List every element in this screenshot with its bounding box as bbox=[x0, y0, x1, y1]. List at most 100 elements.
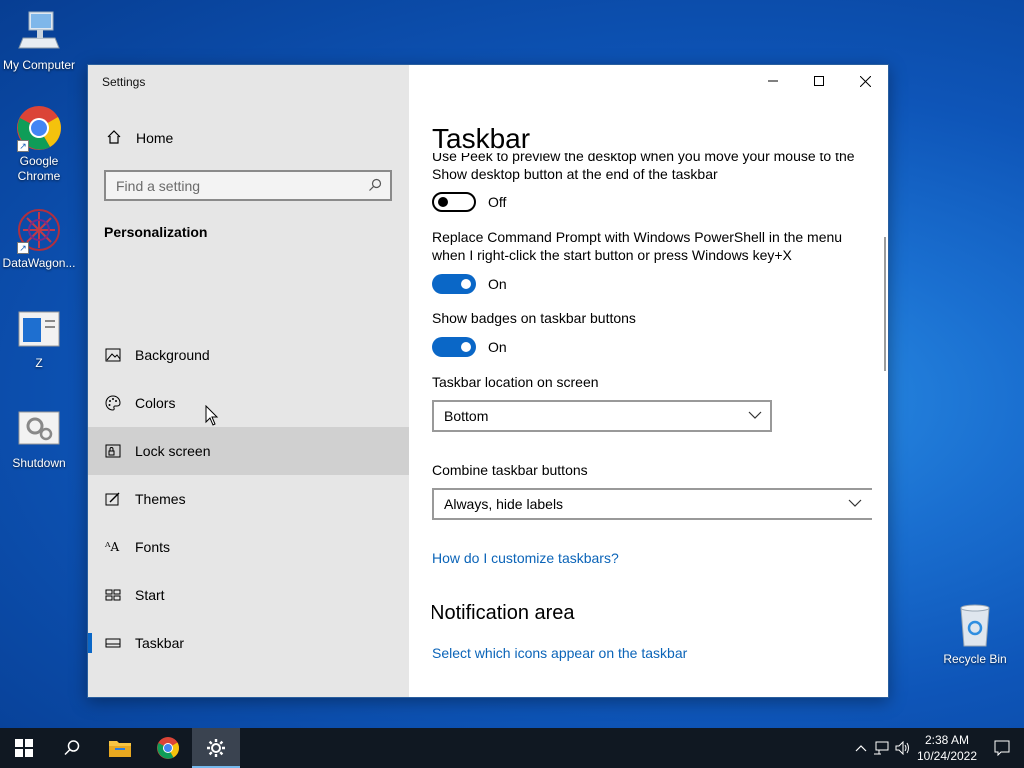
themes-icon bbox=[105, 491, 135, 507]
taskbar-location-dropdown[interactable]: Bottom bbox=[432, 400, 772, 432]
desktop-icon-datawagon[interactable]: ↗ DataWagon... bbox=[0, 206, 78, 271]
peek-setting-text: Use Peek to preview the desktop when you… bbox=[432, 153, 855, 182]
chevron-down-icon bbox=[848, 496, 862, 513]
combine-buttons-value: Always, hide labels bbox=[444, 496, 564, 512]
badges-toggle[interactable] bbox=[432, 337, 476, 357]
mouse-cursor-icon bbox=[205, 405, 219, 426]
start-icon bbox=[105, 587, 135, 603]
chrome-icon bbox=[157, 737, 179, 759]
nav-home[interactable]: Home bbox=[88, 123, 409, 153]
search-icon bbox=[64, 740, 80, 756]
computer-icon bbox=[15, 8, 63, 56]
window-title: Settings bbox=[102, 75, 146, 89]
network-icon bbox=[874, 741, 889, 755]
badges-toggle-row: On bbox=[432, 336, 872, 358]
sidebar-item-fonts[interactable]: ᴬA Fonts bbox=[88, 523, 409, 571]
settings-window: Settings Home Find a setting Personaliza… bbox=[87, 64, 889, 698]
sidebar-item-taskbar[interactable]: Taskbar bbox=[88, 619, 409, 667]
desktop-icon-shutdown[interactable]: Shutdown bbox=[0, 406, 78, 471]
settings-sidebar: Settings Home Find a setting Personaliza… bbox=[88, 65, 409, 697]
desktop-icon-label: DataWagon... bbox=[2, 256, 76, 270]
gear-window-icon bbox=[15, 406, 63, 454]
lock-screen-icon bbox=[105, 443, 135, 459]
notification-area-heading: Notification area bbox=[432, 602, 575, 624]
powershell-setting-text: Replace Command Prompt with Windows Powe… bbox=[432, 229, 843, 263]
show-hidden-icons-button[interactable] bbox=[852, 744, 870, 752]
gear-icon bbox=[207, 739, 225, 757]
system-tray: 2:38 AM 10/24/2022 bbox=[852, 728, 1024, 768]
desktop-icon-label: Google Chrome bbox=[17, 154, 61, 183]
settings-taskbar-button[interactable] bbox=[192, 728, 240, 768]
sidebar-item-label: Themes bbox=[135, 491, 186, 507]
clock-date: 10/24/2022 bbox=[916, 749, 978, 763]
chrome-icon: ↗ bbox=[15, 104, 63, 152]
sidebar-item-label: Taskbar bbox=[135, 635, 185, 651]
shortcut-arrow-icon: ↗ bbox=[17, 242, 29, 254]
clock[interactable]: 2:38 AM 10/24/2022 bbox=[914, 732, 980, 764]
palette-icon bbox=[105, 395, 135, 411]
location-label: Taskbar location on screen bbox=[432, 374, 599, 390]
sidebar-item-start[interactable]: Start bbox=[88, 571, 409, 619]
page-title: Taskbar bbox=[432, 123, 531, 154]
shortcut-arrow-icon: ↗ bbox=[17, 140, 29, 152]
desktop-icon-recycle-bin[interactable]: Recycle Bin bbox=[936, 602, 1014, 667]
select-icons-link[interactable]: Select which icons appear on the taskbar bbox=[432, 645, 872, 661]
search-icon bbox=[368, 178, 382, 195]
windows-logo-icon bbox=[15, 739, 33, 757]
badges-setting-text: Show badges on taskbar buttons bbox=[432, 310, 636, 326]
chrome-taskbar-button[interactable] bbox=[144, 728, 192, 768]
search-placeholder: Find a setting bbox=[116, 177, 201, 194]
sidebar-item-background[interactable]: Background bbox=[88, 331, 409, 379]
chevron-down-icon bbox=[748, 408, 762, 425]
desktop-icon-z[interactable]: Z bbox=[0, 306, 78, 371]
picture-icon bbox=[105, 347, 135, 363]
powershell-toggle-row: On bbox=[432, 273, 872, 295]
desktop-icon-label: My Computer bbox=[2, 58, 76, 72]
section-title-personalization: Personalization bbox=[104, 224, 208, 240]
sidebar-item-themes[interactable]: Themes bbox=[88, 475, 409, 523]
recycle-bin-icon bbox=[951, 602, 999, 650]
file-explorer-button[interactable] bbox=[96, 728, 144, 768]
content-scrollbar[interactable] bbox=[884, 237, 886, 371]
peek-toggle-row: Off bbox=[432, 191, 872, 213]
desktop-icon-google-chrome[interactable]: ↗ Google Chrome bbox=[0, 104, 78, 184]
taskbar-icon bbox=[105, 635, 135, 651]
search-button[interactable] bbox=[48, 728, 96, 768]
desktop-icon-my-computer[interactable]: My Computer bbox=[0, 8, 78, 73]
document-icon bbox=[15, 306, 63, 354]
desktop-icon-label: Z bbox=[35, 356, 43, 370]
home-icon bbox=[106, 129, 136, 148]
datawagon-icon: ↗ bbox=[15, 206, 63, 254]
sidebar-item-lock-screen[interactable]: Lock screen bbox=[88, 427, 409, 475]
powershell-toggle[interactable] bbox=[432, 274, 476, 294]
chevron-up-icon bbox=[855, 745, 867, 752]
peek-toggle[interactable] bbox=[432, 192, 476, 212]
customize-taskbars-link[interactable]: How do I customize taskbars? bbox=[432, 550, 872, 566]
notification-icon bbox=[994, 740, 1010, 756]
sidebar-item-label: Lock screen bbox=[135, 443, 211, 459]
settings-content: Taskbar Use Peek to preview the desktop … bbox=[409, 65, 888, 697]
sidebar-item-colors[interactable]: Colors bbox=[88, 379, 409, 427]
combine-buttons-dropdown[interactable]: Always, hide labels bbox=[432, 488, 872, 520]
combine-label: Combine taskbar buttons bbox=[432, 462, 588, 478]
badges-toggle-state: On bbox=[488, 339, 507, 355]
settings-scroll-area: Use Peek to preview the desktop when you… bbox=[432, 153, 872, 697]
clock-time: 2:38 AM bbox=[924, 733, 970, 747]
sidebar-item-label: Fonts bbox=[135, 539, 171, 555]
network-button[interactable] bbox=[870, 741, 892, 755]
powershell-toggle-state: On bbox=[488, 276, 507, 292]
sidebar-item-label: Background bbox=[135, 347, 210, 363]
close-button[interactable] bbox=[842, 65, 888, 97]
search-input[interactable]: Find a setting bbox=[104, 170, 392, 201]
maximize-button[interactable] bbox=[796, 65, 842, 97]
start-button[interactable] bbox=[0, 728, 48, 768]
fonts-icon: ᴬA bbox=[105, 540, 120, 554]
desktop-icon-label: Recycle Bin bbox=[943, 652, 1007, 666]
volume-button[interactable] bbox=[892, 741, 914, 755]
action-center-button[interactable] bbox=[980, 740, 1024, 756]
sidebar-item-label: Start bbox=[135, 587, 165, 603]
minimize-button[interactable] bbox=[750, 65, 796, 97]
window-controls bbox=[750, 65, 888, 97]
taskbar: 2:38 AM 10/24/2022 bbox=[0, 728, 1024, 768]
taskbar-location-value: Bottom bbox=[444, 408, 489, 424]
